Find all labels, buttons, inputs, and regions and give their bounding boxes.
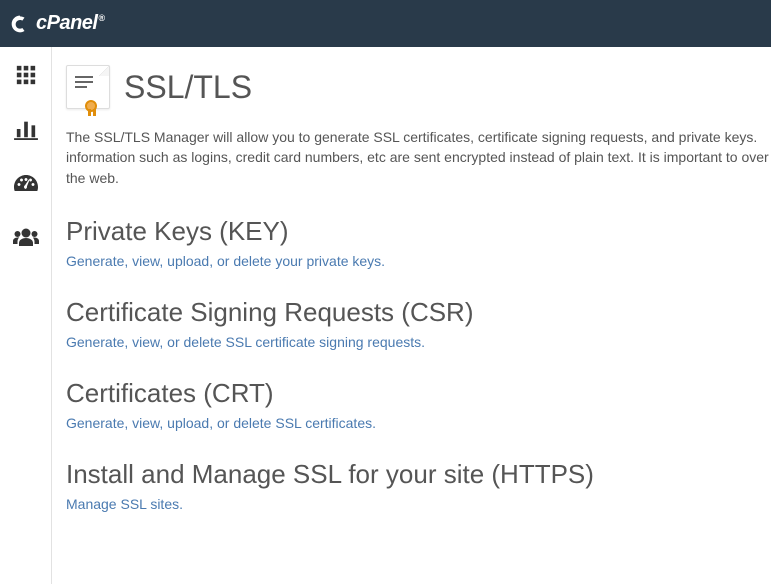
brand-logo[interactable]: cPanel®	[10, 12, 105, 35]
bar-chart-icon	[14, 118, 38, 140]
page-title: SSL/TLS	[124, 69, 252, 106]
users-icon	[12, 227, 40, 247]
page-header: SSL/TLS	[66, 65, 771, 109]
sidebar	[0, 47, 52, 584]
gauge-icon	[13, 172, 39, 194]
crt-link[interactable]: Generate, view, upload, or delete SSL ce…	[66, 415, 376, 431]
top-header: cPanel®	[0, 0, 771, 47]
sidebar-item-dashboard[interactable]	[0, 165, 52, 201]
sidebar-item-grid[interactable]	[0, 57, 52, 93]
grid-icon	[15, 64, 37, 86]
cpanel-icon	[10, 14, 30, 34]
section-title: Private Keys (KEY)	[66, 216, 771, 247]
main-content: SSL/TLS The SSL/TLS Manager will allow y…	[52, 47, 771, 584]
brand-text: cPanel®	[36, 12, 105, 35]
body: SSL/TLS The SSL/TLS Manager will allow y…	[0, 47, 771, 584]
private-keys-link[interactable]: Generate, view, upload, or delete your p…	[66, 253, 385, 269]
page-description: The SSL/TLS Manager will allow you to ge…	[66, 127, 771, 188]
ssl-certificate-icon	[66, 65, 110, 109]
section-title: Certificate Signing Requests (CSR)	[66, 297, 771, 328]
section-crt: Certificates (CRT) Generate, view, uploa…	[66, 378, 771, 433]
sidebar-item-stats[interactable]	[0, 111, 52, 147]
csr-link[interactable]: Generate, view, or delete SSL certificat…	[66, 334, 425, 350]
sidebar-item-users[interactable]	[0, 219, 52, 255]
section-install-ssl: Install and Manage SSL for your site (HT…	[66, 459, 771, 514]
section-title: Install and Manage SSL for your site (HT…	[66, 459, 771, 490]
section-private-keys: Private Keys (KEY) Generate, view, uploa…	[66, 216, 771, 271]
manage-ssl-link[interactable]: Manage SSL sites.	[66, 496, 183, 512]
section-csr: Certificate Signing Requests (CSR) Gener…	[66, 297, 771, 352]
section-title: Certificates (CRT)	[66, 378, 771, 409]
